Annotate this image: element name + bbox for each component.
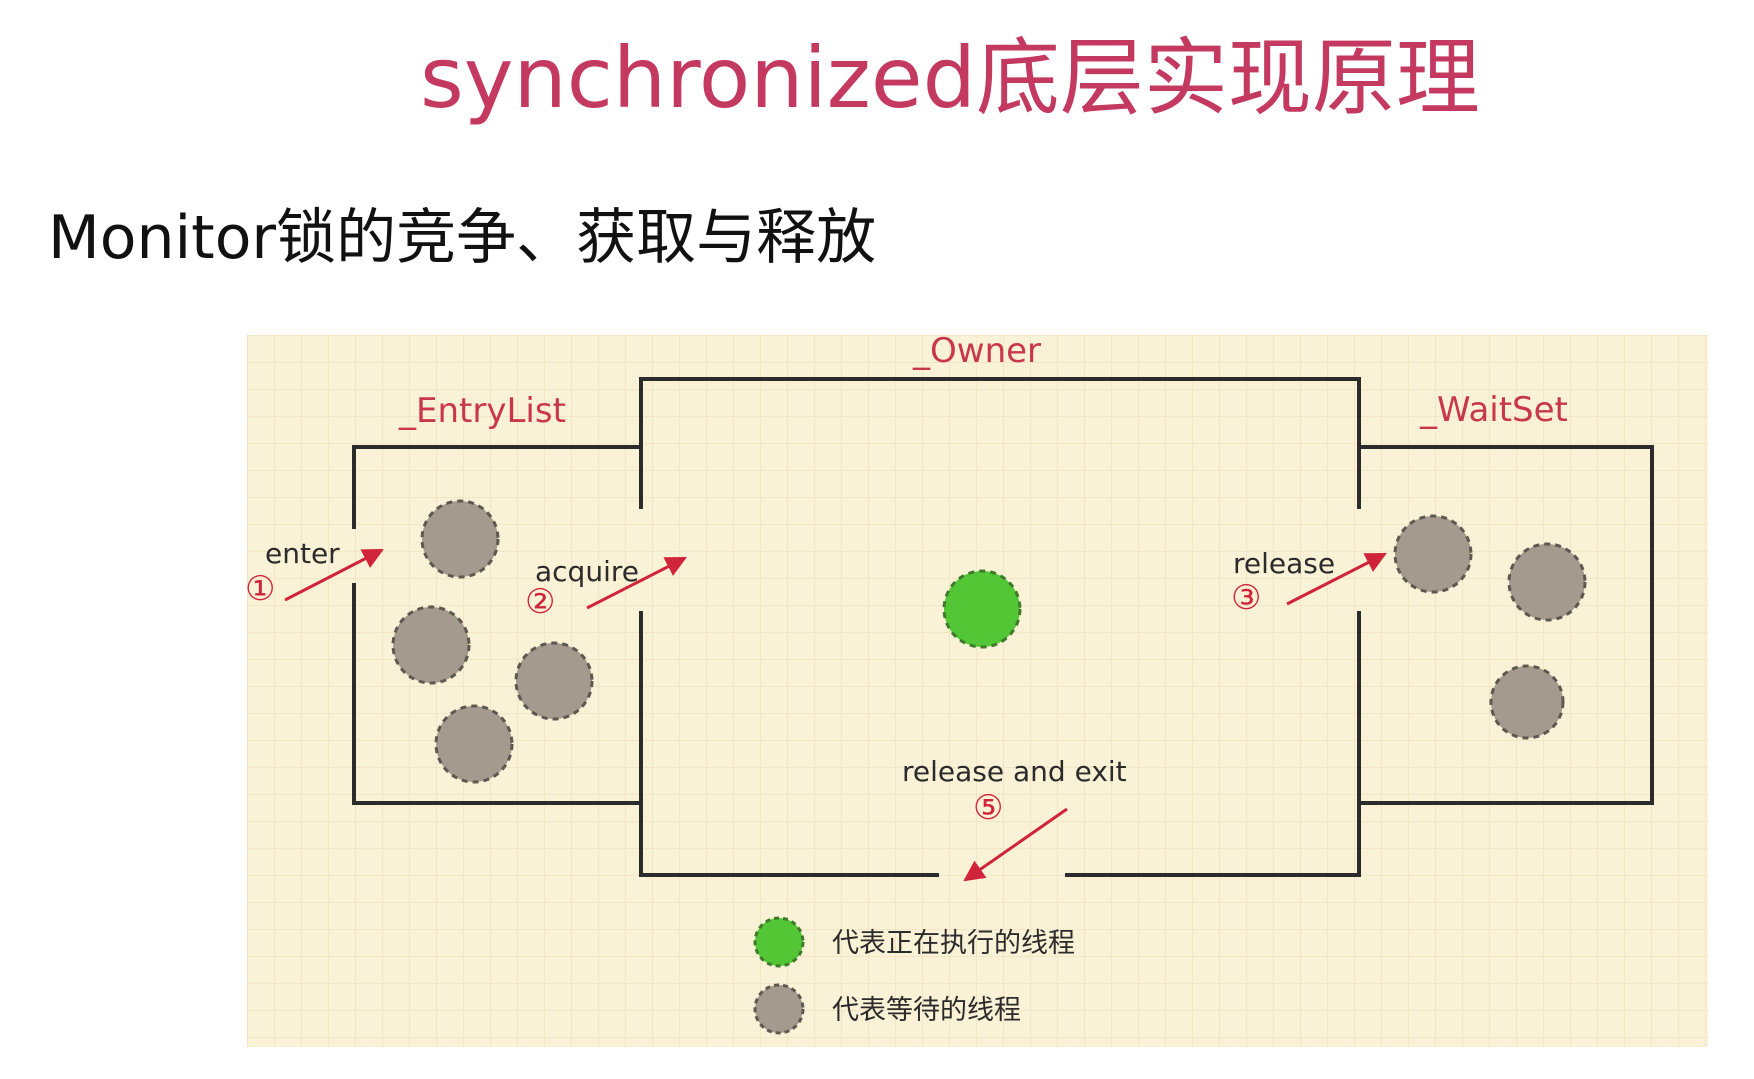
step-release-number: ③: [1231, 578, 1261, 618]
entry-list-label: _EntryList: [398, 391, 566, 431]
step-release-exit-label: release and exit: [902, 755, 1127, 788]
waiting-thread: [391, 605, 471, 685]
legend-running-icon: [753, 916, 805, 968]
waiting-thread: [514, 641, 594, 721]
step-enter-number: ①: [247, 569, 275, 609]
running-thread: [942, 569, 1022, 649]
owner-label: _Owner: [912, 335, 1041, 371]
page-title: synchronized底层实现原理: [420, 29, 1480, 127]
step-release-label: release: [1233, 547, 1335, 580]
monitor-diagram-svg: _EntryList _Owner _WaitSet enter ① acqui…: [247, 335, 1708, 1047]
step-release-exit-number: ⑤: [973, 788, 1003, 828]
waiting-thread: [420, 499, 500, 579]
waiting-thread: [1507, 542, 1587, 622]
legend-running-label: 代表正在执行的线程: [832, 928, 1075, 959]
monitor-diagram: _EntryList _Owner _WaitSet enter ① acqui…: [247, 335, 1708, 1047]
waiting-thread: [434, 704, 514, 784]
waiting-thread: [1393, 514, 1473, 594]
legend-waiting-label: 代表等待的线程: [832, 995, 1021, 1026]
step-enter-label: enter: [265, 537, 340, 570]
waiting-thread: [1489, 664, 1565, 740]
step-acquire-number: ②: [525, 582, 555, 622]
legend-waiting-icon: [753, 983, 805, 1035]
page-subtitle: Monitor锁的竞争、获取与释放: [48, 203, 877, 273]
wait-set-label: _WaitSet: [1419, 390, 1568, 430]
